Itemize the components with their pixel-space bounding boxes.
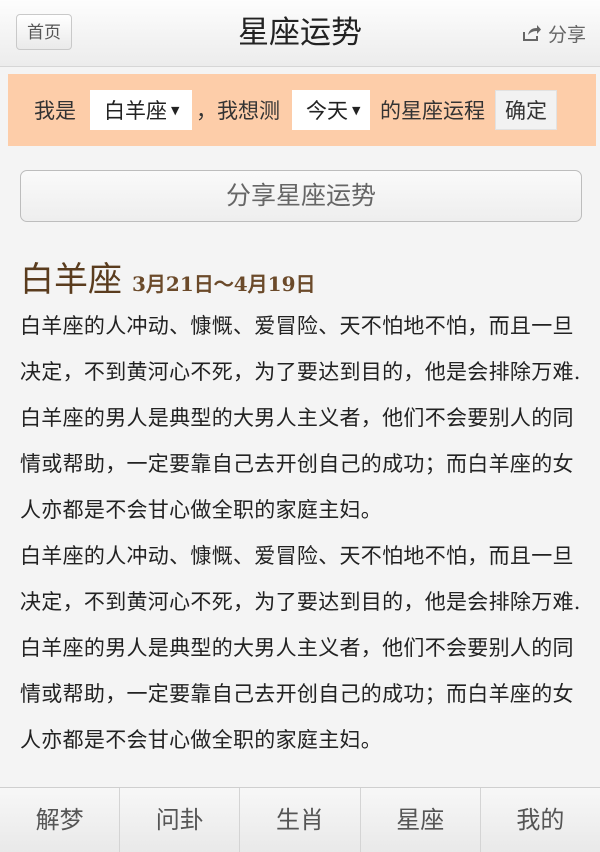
share-label: 分享 — [547, 23, 586, 46]
description-paragraph: 白羊座的人冲动、慷慨、爱冒险、天不怕地不怕，而且一旦决定，不到黄河心不死，为了要… — [20, 544, 581, 752]
confirm-button[interactable]: 确定 — [495, 90, 557, 130]
sign-select[interactable]: 白羊座 ▼ — [90, 90, 192, 130]
page-title: 星座运势 — [238, 15, 362, 51]
selector-middle: ，我想测 — [196, 99, 280, 123]
header-bar: 首页 星座运势 分享 — [0, 0, 600, 67]
selector-suffix: 的星座运程 — [380, 99, 485, 123]
chevron-down-icon: ▼ — [171, 103, 180, 117]
share-horoscope-button[interactable]: 分享星座运势 — [20, 170, 582, 222]
sign-heading: 白羊座 3月21日～4月19日 — [20, 252, 316, 300]
chevron-down-icon: ▼ — [352, 103, 361, 117]
page: 首页 星座运势 分享 我是 白羊座 ▼ ，我想测 今天 ▼ 的星座运程 确定 分… — [0, 0, 600, 852]
nav-item-divination[interactable]: 问卦 — [120, 788, 241, 852]
nav-item-constellation[interactable]: 星座 — [361, 788, 481, 852]
bottom-nav: 解梦 问卦 生肖 星座 我的 — [0, 787, 600, 852]
sign-date-range: 3月21日～4月19日 — [132, 272, 316, 296]
period-select[interactable]: 今天 ▼ — [292, 90, 370, 130]
period-select-value: 今天 — [306, 99, 348, 123]
home-button[interactable]: 首页 — [16, 14, 72, 50]
nav-item-mine[interactable]: 我的 — [481, 788, 600, 852]
selector-bar: 我是 白羊座 ▼ ，我想测 今天 ▼ 的星座运程 确定 — [8, 74, 596, 146]
share-icon — [522, 25, 541, 41]
sign-description: 白羊座的人冲动、慷慨、爱冒险、天不怕地不怕，而且一旦决定，不到黄河心不死，为了要… — [20, 303, 582, 793]
sign-name: 白羊座 — [20, 260, 122, 300]
selector-prefix: 我是 — [34, 99, 76, 123]
nav-item-zodiac-animal[interactable]: 生肖 — [240, 788, 361, 852]
share-button[interactable]: 分享 — [522, 18, 586, 48]
sign-select-value: 白羊座 — [104, 99, 167, 123]
nav-item-dream[interactable]: 解梦 — [0, 788, 121, 852]
description-paragraph: 白羊座的人冲动、慷慨、爱冒险、天不怕地不怕，而且一旦决定，不到黄河心不死，为了要… — [20, 314, 581, 522]
